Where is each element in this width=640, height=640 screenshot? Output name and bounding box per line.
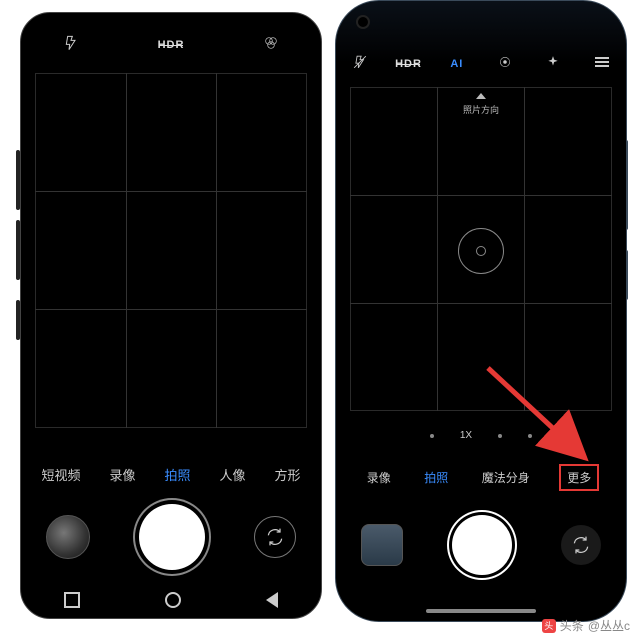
nav-recents-icon[interactable] xyxy=(64,592,80,608)
nav-home-icon[interactable] xyxy=(165,592,181,608)
mode-video[interactable]: 录像 xyxy=(363,465,395,490)
android-navbar[interactable] xyxy=(21,592,321,608)
zoom-selector[interactable]: 1X xyxy=(336,430,626,441)
mode-more[interactable]: 更多 xyxy=(559,464,599,491)
switch-camera-icon[interactable] xyxy=(561,525,601,565)
watermark: 头 头条 @丛丛c xyxy=(542,617,630,634)
top-controls: HDR xyxy=(21,35,321,54)
mode-square[interactable]: 方形 xyxy=(270,461,304,488)
mode-clone[interactable]: 魔法分身 xyxy=(478,465,534,490)
toutiao-logo-icon: 头 xyxy=(542,619,556,633)
mode-photo[interactable]: 拍照 xyxy=(160,461,194,488)
gallery-thumbnail[interactable] xyxy=(46,515,90,559)
shutter-button[interactable] xyxy=(452,515,512,575)
zoom-dot[interactable] xyxy=(498,434,502,438)
top-controls: HDR AI xyxy=(336,55,626,72)
phone-right: HDR AI 照片方向 1X xyxy=(335,0,627,622)
filter-icon[interactable] xyxy=(257,35,285,54)
zoom-1x[interactable]: 1X xyxy=(460,430,472,441)
zoom-dot[interactable] xyxy=(528,434,532,438)
mode-video[interactable]: 录像 xyxy=(105,461,139,488)
shutter-row xyxy=(21,504,321,570)
zoom-dot[interactable] xyxy=(430,434,434,438)
mode-photo[interactable]: 拍照 xyxy=(420,465,452,490)
ai-toggle[interactable]: AI xyxy=(443,58,471,70)
mode-portrait[interactable]: 人像 xyxy=(215,461,249,488)
viewfinder-grid xyxy=(35,73,307,428)
gallery-thumbnail[interactable] xyxy=(361,524,403,566)
motion-icon[interactable] xyxy=(491,55,519,72)
flash-icon[interactable] xyxy=(57,35,85,54)
mode-strip[interactable]: 短视频 录像 拍照 人像 方形 xyxy=(21,461,321,488)
phone-left: HDR 短视频 录像 拍照 人像 方形 xyxy=(20,12,322,619)
front-camera-hole xyxy=(356,15,370,29)
shutter-button[interactable] xyxy=(139,504,205,570)
hdr-toggle[interactable]: HDR xyxy=(157,39,185,51)
shutter-row xyxy=(336,515,626,575)
menu-icon[interactable] xyxy=(588,55,616,72)
hdr-toggle[interactable]: HDR xyxy=(394,58,422,70)
flash-icon[interactable] xyxy=(346,55,374,72)
mode-shortvideo[interactable]: 短视频 xyxy=(37,461,84,488)
mode-strip[interactable]: 录像 拍照 魔法分身 更多 xyxy=(336,464,626,491)
switch-camera-icon[interactable] xyxy=(254,516,296,558)
beauty-icon[interactable] xyxy=(539,55,567,72)
gesture-bar[interactable] xyxy=(426,609,536,613)
focus-indicator xyxy=(458,228,504,274)
nav-back-icon[interactable] xyxy=(266,592,278,608)
